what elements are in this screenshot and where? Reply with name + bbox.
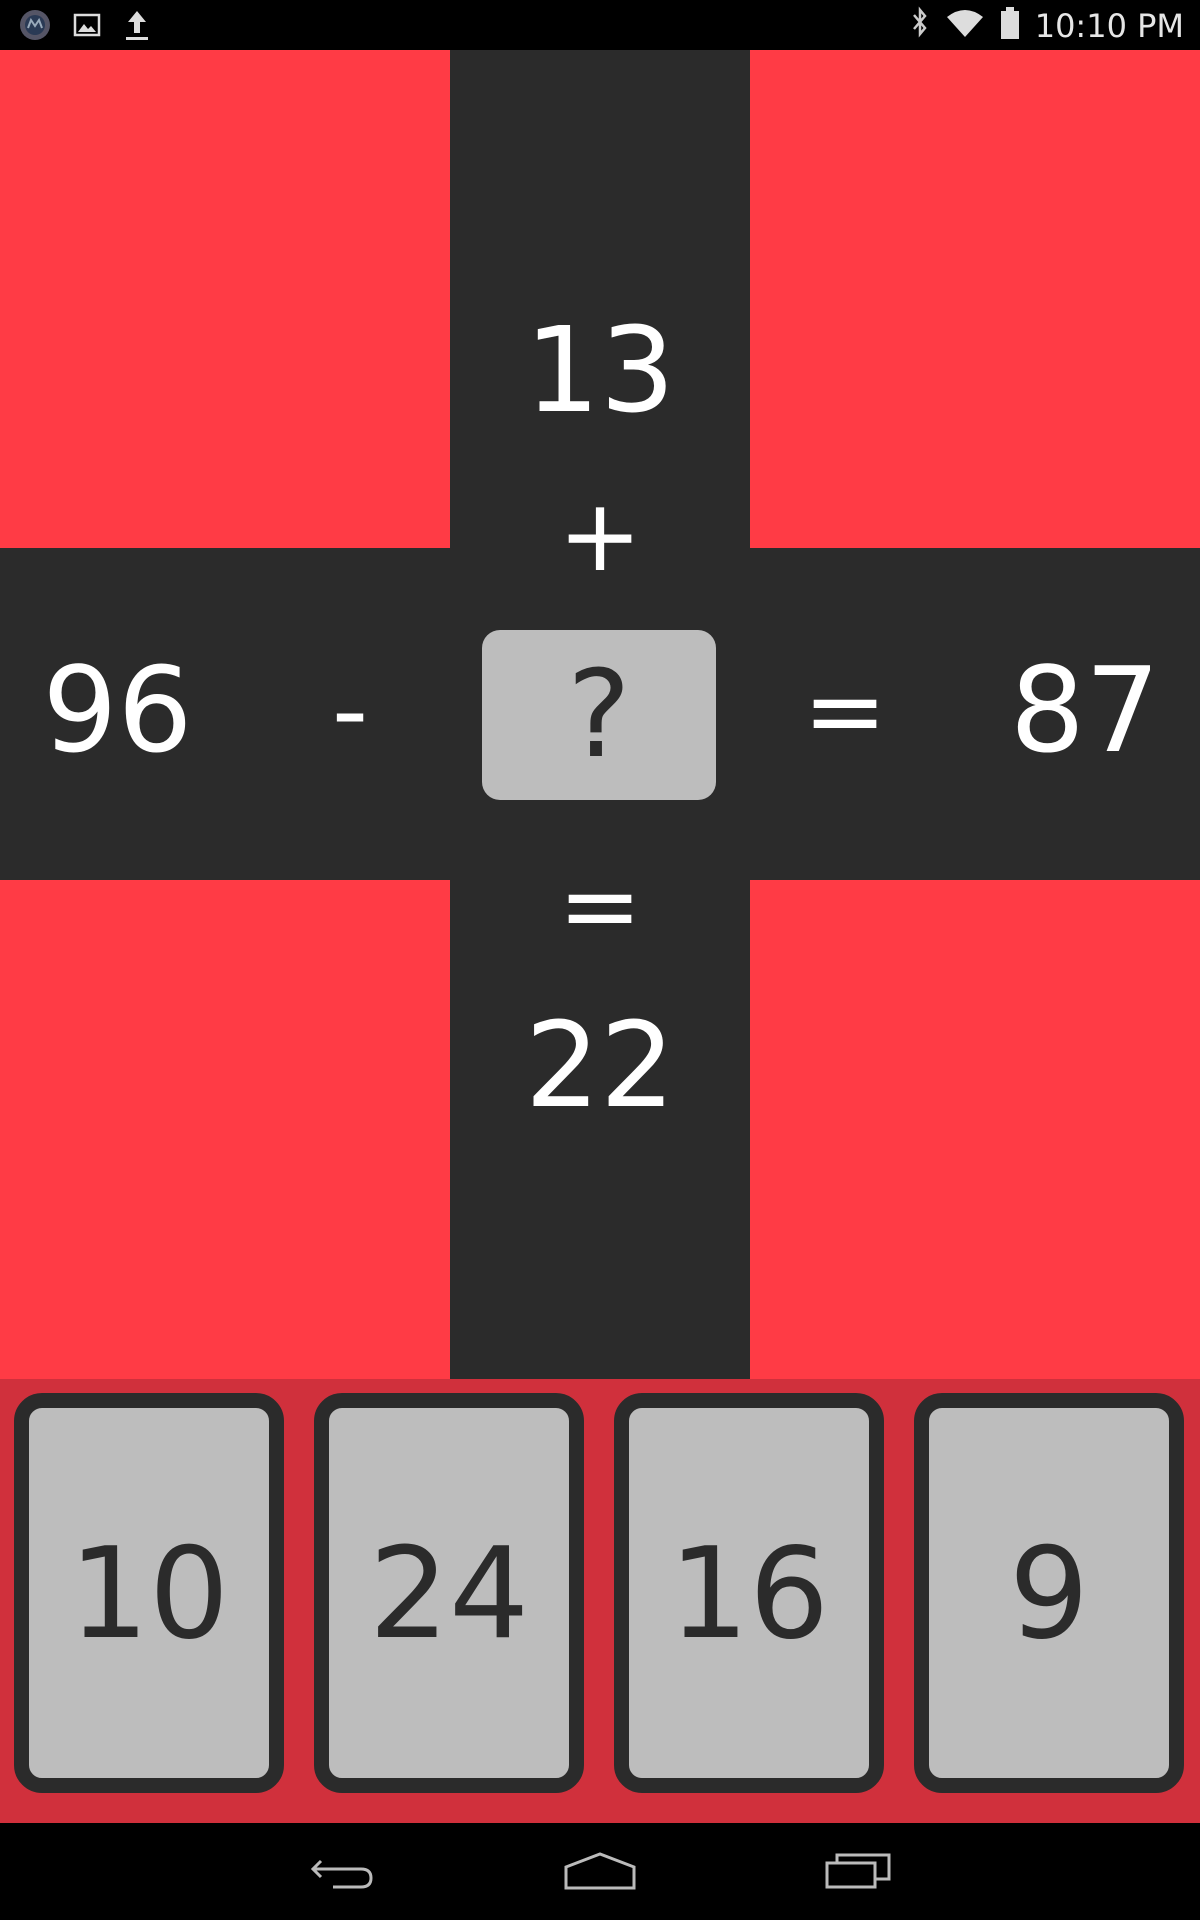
- recent-apps-icon[interactable]: [808, 1841, 908, 1901]
- left-number: 96: [42, 641, 193, 779]
- home-icon[interactable]: [550, 1841, 650, 1901]
- top-number: 13: [524, 301, 676, 439]
- corner-panel-top-left: [0, 50, 450, 548]
- bluetooth-icon: [909, 6, 931, 45]
- choice-card-2[interactable]: 24: [314, 1393, 584, 1793]
- app-notification-icon: [18, 8, 52, 47]
- horizontal-equals: =: [803, 651, 887, 769]
- answer-slot[interactable]: ?: [482, 630, 716, 800]
- choice-card-3[interactable]: 16: [614, 1393, 884, 1793]
- status-bar: 10:10 PM: [0, 0, 1200, 50]
- upload-icon: [122, 8, 152, 47]
- navigation-bar: [0, 1823, 1200, 1920]
- wifi-icon: [945, 7, 985, 44]
- corner-panel-bottom-left: [0, 880, 450, 1379]
- right-number: 87: [1009, 641, 1161, 779]
- corner-panel-bottom-right: [750, 880, 1200, 1379]
- back-icon[interactable]: [292, 1841, 392, 1901]
- choice-card-4[interactable]: 9: [914, 1393, 1184, 1793]
- bottom-number: 22: [524, 996, 676, 1134]
- system-icons: 10:10 PM: [909, 6, 1184, 45]
- horizontal-operator: -: [331, 651, 369, 769]
- corner-panel-top-right: [750, 50, 1200, 548]
- puzzle-board: 13 + 96 - ? = 87 = 22: [0, 50, 1200, 1379]
- answer-tray: 10 24 16 9: [0, 1379, 1200, 1823]
- image-icon: [72, 10, 102, 45]
- notification-icons: [18, 8, 152, 47]
- vertical-operator: +: [558, 476, 642, 594]
- choice-card-1[interactable]: 10: [14, 1393, 284, 1793]
- battery-icon: [999, 6, 1021, 45]
- clock: 10:10 PM: [1034, 6, 1184, 45]
- vertical-equals: =: [558, 846, 642, 964]
